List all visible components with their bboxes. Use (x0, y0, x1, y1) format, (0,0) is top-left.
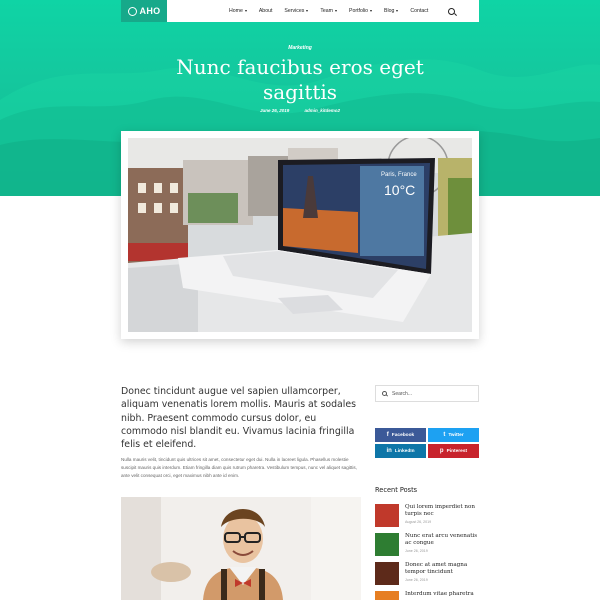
brand-name: AHO (139, 6, 161, 16)
recent-post-item[interactable]: Qui lorem imperdiet non turpis nec Augus… (375, 504, 479, 533)
post-category[interactable]: Marketing (0, 45, 600, 51)
post-date[interactable]: June 26, 2019 (260, 108, 289, 113)
recent-post-date: June 26, 2019 (405, 578, 428, 582)
recent-post-title[interactable]: Qui lorem imperdiet non turpis nec (405, 504, 479, 518)
chevron-down-icon (396, 10, 399, 12)
laptop-temperature: 10°C (384, 182, 416, 198)
recent-post-thumbnail[interactable] (375, 562, 399, 585)
post-author[interactable]: admin_kitdemo2 (305, 108, 341, 113)
chevron-down-icon (244, 10, 247, 12)
search-placeholder: Search... (392, 390, 413, 397)
nav-item-portfolio[interactable]: Portfolio (349, 8, 373, 14)
nav-item-blog[interactable]: Blog (384, 8, 399, 14)
recent-post-thumbnail[interactable] (375, 533, 399, 556)
site-logo[interactable]: AHO (121, 0, 167, 22)
post-inline-image (121, 497, 361, 600)
nav-item-team[interactable]: Team (320, 8, 337, 14)
recent-post-title[interactable]: Interdum vitae pharetra (405, 591, 474, 598)
social-share-buttons: f Facebook t Twitter in LinkedIn p Pinte… (375, 428, 479, 458)
chevron-down-icon (335, 10, 337, 12)
pinterest-button[interactable]: p Pinterest (428, 444, 479, 458)
post-title: Nunc faucibus eros eget sagittis (176, 55, 424, 104)
featured-image: Paris, France 10°C (128, 138, 472, 332)
laptop-photo (128, 138, 472, 332)
nav-item-services[interactable]: Services (284, 8, 309, 14)
logo-icon (127, 6, 137, 16)
nav-item-contact[interactable]: Contact (410, 8, 428, 14)
recent-posts-heading: Recent Posts (375, 486, 418, 494)
search-icon[interactable] (448, 7, 456, 15)
pinterest-icon: p (439, 448, 444, 454)
twitter-button[interactable]: t Twitter (428, 428, 479, 442)
recent-post-title[interactable]: Donec at amet magna tempor tincidunt (405, 562, 479, 576)
chevron-down-icon (306, 10, 309, 12)
recent-post-thumbnail[interactable] (375, 591, 399, 600)
recent-post-item[interactable]: Donec at amet magna tempor tincidunt Jun… (375, 562, 479, 591)
nav-item-about[interactable]: About (259, 8, 273, 14)
recent-post-thumbnail[interactable] (375, 504, 399, 527)
post-meta: June 26, 2019 admin_kitdemo2 (0, 108, 600, 113)
man-with-glasses-photo (121, 497, 361, 600)
linkedin-icon: in (386, 448, 392, 454)
recent-post-item[interactable]: Nunc erat arcu venenatis ac congue June … (375, 533, 479, 562)
facebook-icon: f (386, 432, 389, 438)
chevron-down-icon (370, 10, 373, 12)
recent-post-date: June 26, 2019 (405, 549, 428, 553)
recent-post-date: August 26, 2019 (405, 520, 432, 524)
facebook-button[interactable]: f Facebook (375, 428, 426, 442)
post-body-paragraph: Nulla mauris velit, tincidunt quis ultri… (121, 457, 357, 478)
search-icon (382, 391, 387, 396)
featured-image-card: Paris, France 10°C (121, 131, 479, 339)
main-menu: Home About Services Team Portfolio Blog … (229, 7, 456, 15)
twitter-icon: t (443, 432, 446, 438)
recent-post-title[interactable]: Nunc erat arcu venenatis ac congue (405, 533, 479, 547)
linkedin-button[interactable]: in LinkedIn (375, 444, 426, 458)
nav-item-home[interactable]: Home (229, 8, 247, 14)
recent-post-item[interactable]: Interdum vitae pharetra (375, 591, 479, 600)
post-lead-paragraph: Donec tincidunt augue vel sapien ullamco… (121, 386, 357, 451)
laptop-city-label: Paris, France (381, 172, 417, 178)
top-navigation: AHO Home About Services Team Portfolio B… (121, 0, 479, 22)
recent-posts-list: Qui lorem imperdiet non turpis nec Augus… (375, 504, 479, 600)
sidebar-search[interactable]: Search... (375, 385, 479, 402)
